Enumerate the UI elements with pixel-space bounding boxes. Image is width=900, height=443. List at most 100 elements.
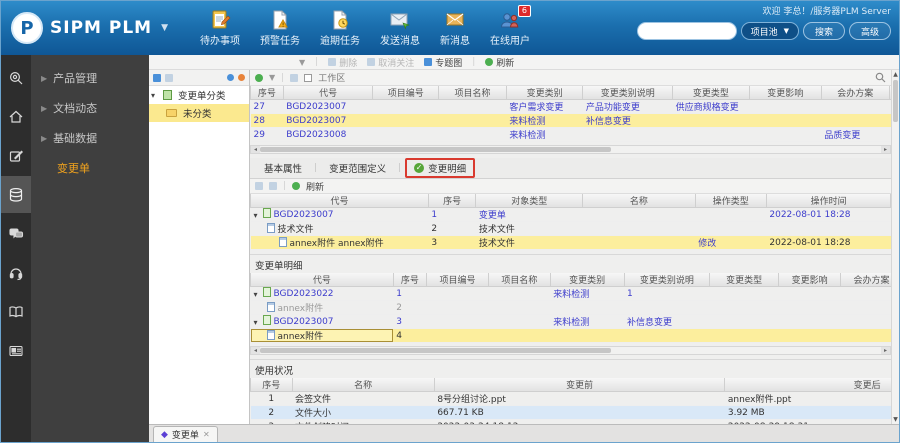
overdue-tasks-button[interactable]: 逾期任务 xyxy=(320,9,360,47)
tree-columns-icon[interactable] xyxy=(165,73,173,82)
column-header[interactable]: 项目名称 xyxy=(487,273,551,287)
scroll-left-arrow[interactable]: ◂ xyxy=(251,146,260,153)
nav-item-product-management[interactable]: ▶ 产品管理 xyxy=(31,63,149,93)
tree-root-node[interactable]: 变更单分类 xyxy=(149,86,249,104)
search-icon[interactable] xyxy=(875,72,886,83)
cell-link[interactable]: BGD2023007 xyxy=(286,116,346,126)
column-header[interactable]: 变更前 xyxy=(433,378,726,392)
cell-link[interactable]: 28 xyxy=(254,116,265,126)
table-row[interactable]: annex附件 annex附件3技术文件修改2022-08-01 18:28李总 xyxy=(250,235,891,250)
table-row[interactable]: BGD2023007 3 来料检测 补信息变更 xyxy=(250,314,891,329)
cell-link[interactable]: 1 xyxy=(627,289,633,299)
column-header[interactable]: 项目编号 xyxy=(372,86,440,100)
cell-link[interactable]: 来料检测 xyxy=(509,131,545,141)
cell-link[interactable]: 2022-08-01 18:28 xyxy=(769,210,850,220)
column-header[interactable]: 代号 xyxy=(282,86,374,100)
refresh-label[interactable]: 刷新 xyxy=(306,180,324,193)
column-header[interactable]: 项目编号 xyxy=(426,273,489,287)
column-header[interactable]: 序号 xyxy=(427,194,477,208)
nav-item-change-order[interactable]: 变更单 xyxy=(31,153,149,183)
collapse-all-icon[interactable] xyxy=(269,182,277,190)
table-row[interactable]: 1 会签文件 8号分组讨论.ppt annex附件.ppt xyxy=(250,391,891,406)
app-logo[interactable]: P SIPM PLM ▼ xyxy=(1,12,182,44)
dropdown-caret-icon[interactable]: ▼ xyxy=(269,73,275,82)
table-row[interactable]: BGD2023022 1 来料检测 1 xyxy=(250,286,891,301)
close-icon[interactable]: ✕ xyxy=(203,430,210,439)
scroll-left-arrow[interactable]: ◂ xyxy=(251,347,260,354)
refresh-button[interactable]: 刷新 xyxy=(485,56,514,69)
table-row[interactable]: 2 文件大小 667.71 KB 3.92 MB xyxy=(250,405,891,420)
table-row[interactable]: BGD20230071变更单2022-08-01 18:28李总 xyxy=(250,207,891,222)
column-header[interactable]: 变更类别 xyxy=(505,86,584,100)
column-header[interactable]: 变更类别说明 xyxy=(623,273,711,287)
tree-child-node[interactable]: 未分类 xyxy=(149,104,249,122)
column-header[interactable]: 序号 xyxy=(250,86,284,100)
cell-link[interactable]: 补信息变更 xyxy=(627,318,672,328)
contacts-icon[interactable] xyxy=(1,332,31,369)
scroll-thumb[interactable] xyxy=(260,348,612,353)
todo-items-button[interactable]: 待办事项 xyxy=(200,9,240,47)
horizontal-scrollbar[interactable]: ◂ ▸ xyxy=(250,145,891,154)
library-icon[interactable] xyxy=(1,293,31,330)
cell-link[interactable]: BGD2023008 xyxy=(286,130,346,140)
cell-link[interactable]: 来料检测 xyxy=(553,318,589,328)
scroll-right-arrow[interactable]: ▸ xyxy=(881,347,890,354)
table-row[interactable]: annex附件4annex附件.ppt xyxy=(250,328,891,343)
cell-link[interactable]: BGD2023022 xyxy=(274,289,334,299)
compose-icon[interactable] xyxy=(1,137,31,174)
cell-link[interactable]: 来料检测 xyxy=(509,117,545,127)
column-header[interactable]: 变更类型 xyxy=(709,273,780,287)
nav-item-document-activity[interactable]: ▶ 文档动态 xyxy=(31,93,149,123)
column-header[interactable]: 代号 xyxy=(250,194,429,208)
warning-tasks-button[interactable]: 预警任务 xyxy=(260,9,300,47)
column-header[interactable]: 操作类型 xyxy=(694,194,767,208)
column-header[interactable]: 变更类型 xyxy=(672,86,750,100)
scroll-right-arrow[interactable]: ▸ xyxy=(881,146,890,153)
column-header[interactable]: 名称 xyxy=(582,194,696,208)
status-dot-blue[interactable] xyxy=(227,74,234,81)
quick-search-icon[interactable] xyxy=(1,59,31,96)
expander-icon[interactable] xyxy=(254,211,260,221)
cell-link[interactable]: 1 xyxy=(396,289,402,299)
column-header[interactable]: 对象类型 xyxy=(475,194,584,208)
workspace-checkbox[interactable] xyxy=(304,73,313,82)
filter-icon[interactable] xyxy=(290,73,299,82)
horizontal-scrollbar[interactable]: ◂ ▸ xyxy=(250,346,891,355)
delete-button[interactable]: 删除 xyxy=(328,56,357,69)
column-header[interactable]: 代号 xyxy=(250,273,394,287)
expander-icon[interactable] xyxy=(254,318,260,328)
send-message-button[interactable]: 发送消息 xyxy=(380,9,420,47)
scroll-down-arrow[interactable]: ▼ xyxy=(892,415,899,424)
column-header[interactable]: 操作时间 xyxy=(765,194,891,208)
expander-icon[interactable] xyxy=(254,290,260,300)
cell-link[interactable]: 补信息变更 xyxy=(586,117,631,127)
table-row[interactable]: 29BGD2023008来料检测品质变更105.pdf xyxy=(250,127,891,142)
column-header[interactable]: 变更类别 xyxy=(549,273,625,287)
dropdown-caret-icon[interactable]: ▼ xyxy=(299,58,305,67)
new-message-button[interactable]: 新消息 xyxy=(440,9,470,47)
home-icon[interactable] xyxy=(1,98,31,135)
cell-link[interactable]: BGD2023007 xyxy=(286,102,346,112)
search-scope-select[interactable]: 项目池 ▼ xyxy=(740,22,799,40)
cell-link[interactable]: BGD2023007 xyxy=(274,210,334,220)
cell-link[interactable]: 3 xyxy=(396,317,402,327)
scroll-thumb[interactable] xyxy=(893,80,898,122)
cell-link[interactable]: 1 xyxy=(431,210,437,220)
column-header[interactable]: 序号 xyxy=(392,273,428,287)
column-header[interactable]: 变更影响 xyxy=(778,273,842,287)
tab-basic-properties[interactable]: 基本属性 xyxy=(256,159,310,177)
column-header[interactable]: 变更后 xyxy=(724,378,891,392)
table-row[interactable]: 技术文件 2 技术文件 xyxy=(250,221,891,236)
table-row[interactable]: annex附件28号分组讨论.ppt xyxy=(250,300,891,315)
column-header[interactable]: 会办方案 xyxy=(840,273,891,287)
cell-link[interactable]: 产品功能变更 xyxy=(586,103,640,113)
taskbar-tab-change-order[interactable]: ◆ 变更单 ✕ xyxy=(153,426,218,442)
expander-icon[interactable] xyxy=(151,90,157,101)
column-header[interactable]: 项目名称 xyxy=(438,86,507,100)
column-header[interactable]: 变更影响 xyxy=(748,86,822,100)
expand-all-icon[interactable] xyxy=(255,182,263,190)
column-header[interactable]: 变更类别说明 xyxy=(582,86,674,100)
online-users-button[interactable]: 6 在线用户 xyxy=(490,5,531,47)
column-header[interactable]: 会办方案 xyxy=(820,86,890,100)
global-search-input[interactable] xyxy=(636,22,737,40)
